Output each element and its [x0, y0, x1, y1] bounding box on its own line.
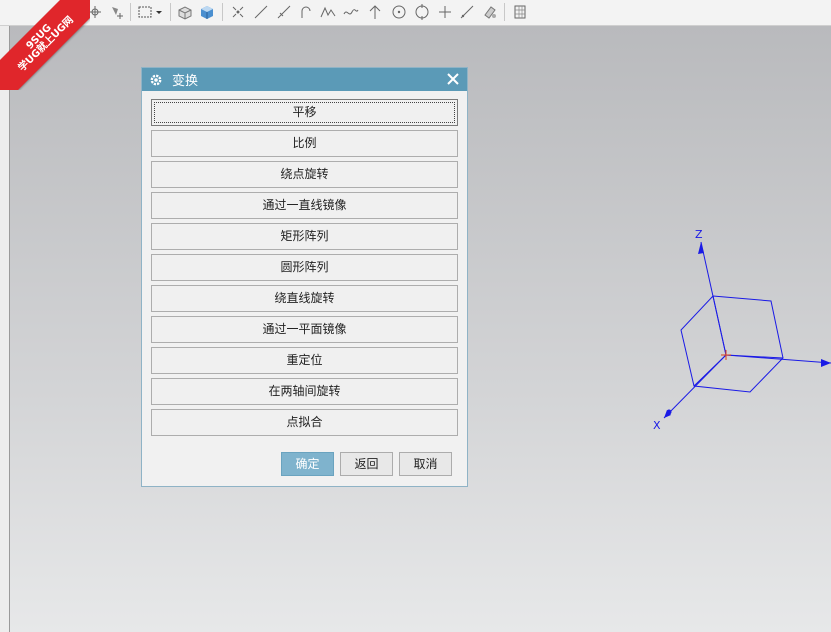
point-set-icon[interactable]: [229, 3, 247, 21]
cancel-button[interactable]: 取消: [399, 452, 452, 476]
wcs-triad[interactable]: Z X: [640, 220, 831, 440]
cube-shaded-icon[interactable]: [198, 3, 216, 21]
studio-spline-icon[interactable]: [342, 3, 360, 21]
toolbar-separator: [504, 3, 505, 21]
arc-icon[interactable]: [297, 3, 315, 21]
dialog-titlebar[interactable]: 变换: [142, 68, 467, 91]
dropdown-arrow-icon[interactable]: [154, 3, 164, 21]
ok-button[interactable]: 确定: [281, 452, 334, 476]
grid-icon[interactable]: [511, 3, 529, 21]
option-mirror-through-line-button[interactable]: 通过一直线镜像: [151, 192, 458, 219]
option-rotate-between-axes-button[interactable]: 在两轴间旋转: [151, 378, 458, 405]
circle-center-icon[interactable]: [390, 3, 408, 21]
gear-icon: [150, 74, 162, 85]
z-axis-label: Z: [695, 228, 703, 241]
dialog-title: 变换: [172, 74, 199, 89]
toolbar-separator: [170, 3, 171, 21]
option-rotate-about-line-button[interactable]: 绕直线旋转: [151, 285, 458, 312]
toolbar-separator: [222, 3, 223, 21]
select-box-icon[interactable]: [136, 3, 154, 21]
toolbar: [0, 0, 831, 26]
back-button[interactable]: 返回: [340, 452, 393, 476]
line-angle-icon[interactable]: [275, 3, 293, 21]
line-icon[interactable]: [252, 3, 270, 21]
left-border-strip: [0, 26, 9, 632]
z-axis: [698, 241, 727, 356]
toolbar-separator: [130, 3, 131, 21]
y-axis: [725, 354, 831, 367]
close-icon[interactable]: [446, 72, 460, 86]
box-solid-icon[interactable]: [176, 3, 194, 21]
x-axis-label: X: [653, 419, 661, 432]
option-reposition-button[interactable]: 重定位: [151, 347, 458, 374]
diagonal-line-icon[interactable]: [458, 3, 476, 21]
transform-dialog: 变换 平移 比例 绕点旋转 通过一直线镜像 矩形阵列 圆形阵列 绕直线旋转 通过…: [141, 67, 468, 487]
watermark-badge: 9SUG 学UG就上UG网: [0, 0, 90, 90]
cross-point-icon[interactable]: [436, 3, 454, 21]
option-mirror-through-plane-button[interactable]: 通过一平面镜像: [151, 316, 458, 343]
paint-icon[interactable]: [481, 3, 499, 21]
option-rectangular-array-button[interactable]: 矩形阵列: [151, 223, 458, 250]
option-circular-array-button[interactable]: 圆形阵列: [151, 254, 458, 281]
option-point-fit-button[interactable]: 点拟合: [151, 409, 458, 436]
circle-icon[interactable]: [413, 3, 431, 21]
spline-icon[interactable]: [319, 3, 337, 21]
arrow-up-icon[interactable]: [366, 3, 384, 21]
wcs-cube: [680, 295, 784, 393]
add-point-icon[interactable]: [108, 3, 126, 21]
option-translate-button[interactable]: 平移: [151, 99, 458, 126]
option-scale-button[interactable]: 比例: [151, 130, 458, 157]
badge-ribbon: 9SUG 学UG就上UG网: [0, 0, 90, 90]
option-rotate-about-point-button[interactable]: 绕点旋转: [151, 161, 458, 188]
x-axis: [663, 354, 727, 419]
